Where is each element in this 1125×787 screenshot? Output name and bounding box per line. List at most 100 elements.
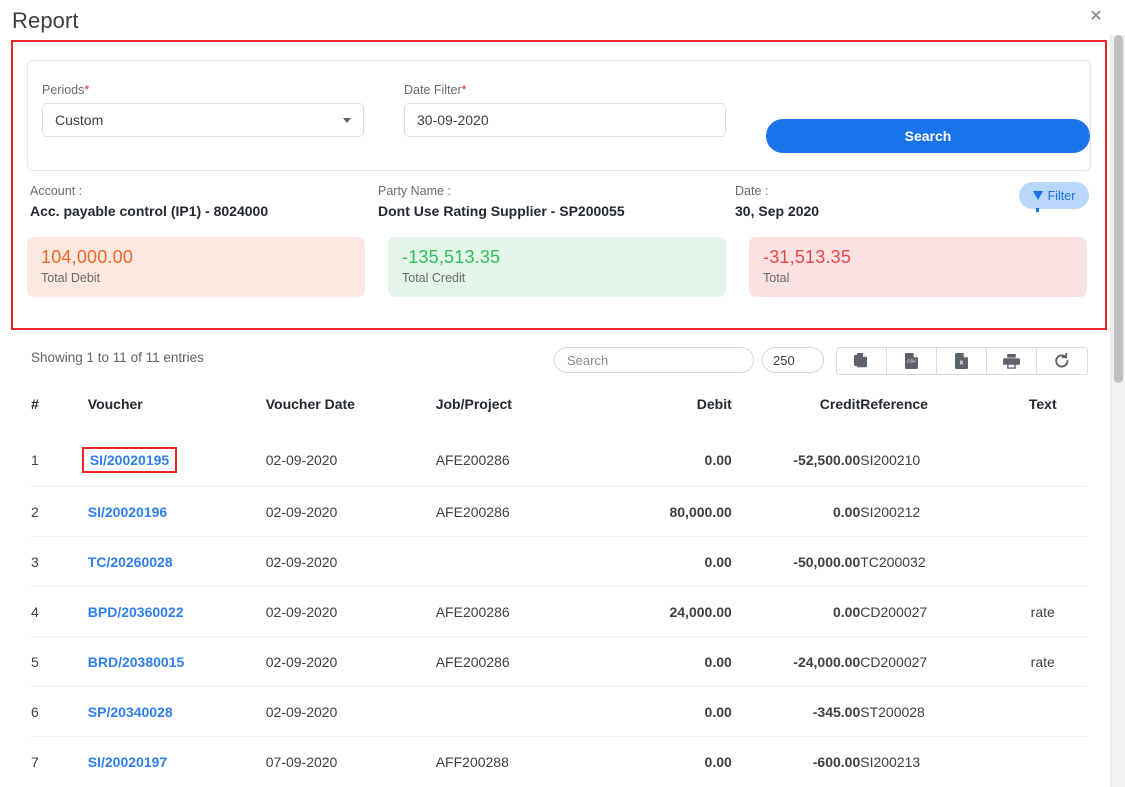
table-row: 7 SI/20020197 07-09-2020 AFF200288 0.00 -600.… xyxy=(31,736,1087,787)
cell-job-project xyxy=(435,536,614,587)
column-header-voucher: Voucher xyxy=(87,396,143,412)
cell-index: 1 xyxy=(31,452,39,468)
cell-job-project: AFE200286 xyxy=(435,452,510,468)
cell-credit: -24,000.00 xyxy=(731,636,861,687)
cell-voucher-date: 02-09-2020 xyxy=(265,636,436,687)
cell-job-project xyxy=(435,686,614,737)
cell-voucher-date: 07-09-2020 xyxy=(265,736,436,787)
table-row: 3 TC/20260028 02-09-2020 0.00 -50,000.00 TC20… xyxy=(31,536,1087,587)
cell-credit: -50,000.00 xyxy=(731,536,861,587)
column-header-text: Text xyxy=(1028,396,1057,412)
cell-voucher: SI/20020195 xyxy=(81,434,266,487)
column-header-job-project: Job/Project xyxy=(435,396,512,412)
date-filter-value: 30-09-2020 xyxy=(417,112,489,128)
cell-voucher: SI/20020197 xyxy=(87,736,266,787)
excel-file-icon[interactable]: x xyxy=(937,348,987,374)
stat-label: Total Credit xyxy=(402,271,466,285)
voucher-link-highlighted[interactable]: SI/20020195 xyxy=(81,447,178,473)
cell-voucher: TC/20260028 xyxy=(87,536,266,587)
voucher-link[interactable]: BPD/20360022 xyxy=(88,604,184,620)
table-row: 1 SI/20020195 02-09-2020 AFE200286 0.00 -52,5… xyxy=(31,434,1087,487)
page-scrollbar[interactable] xyxy=(1110,35,1125,787)
search-button[interactable]: Search xyxy=(766,119,1090,153)
date-filter-field: Date Filter* 30-09-2020 xyxy=(404,83,726,137)
cell-credit: 0.00 xyxy=(731,586,861,637)
cell-job-project: AFE200286 xyxy=(435,486,614,537)
filter-button-label: Filter xyxy=(1047,188,1076,203)
voucher-link[interactable]: SI/20020197 xyxy=(88,754,167,770)
refresh-icon[interactable] xyxy=(1037,348,1087,374)
periods-select[interactable]: Custom xyxy=(42,103,364,137)
column-header-debit: Debit xyxy=(696,396,732,412)
cell-index: 6 xyxy=(31,686,88,737)
cell-reference: SI200213 xyxy=(860,736,999,787)
cell-text xyxy=(998,536,1087,587)
copy-icon[interactable] xyxy=(837,348,887,374)
column-header-credit: Credit xyxy=(819,396,861,412)
cell-debit: 0.00 xyxy=(613,636,732,687)
cell-reference: TC200032 xyxy=(860,536,999,587)
cell-index: 4 xyxy=(31,586,88,637)
svg-text:x: x xyxy=(959,359,963,366)
cell-debit: 80,000.00 xyxy=(613,486,732,537)
csv-file-icon[interactable]: CSV xyxy=(887,348,937,374)
cell-text xyxy=(998,686,1087,737)
cell-voucher: SI/20020196 xyxy=(87,486,266,537)
party-value: Dont Use Rating Supplier - SP200055 xyxy=(378,203,625,219)
cell-voucher-date: 02-09-2020 xyxy=(265,686,436,737)
voucher-link[interactable]: SP/20340028 xyxy=(88,704,173,720)
cell-reference: SI200210 xyxy=(860,452,921,468)
svg-text:CSV: CSV xyxy=(907,359,916,364)
close-icon[interactable]: ✕ xyxy=(1085,6,1107,28)
cell-debit: 0.00 xyxy=(704,452,732,468)
print-icon[interactable] xyxy=(987,348,1037,374)
cell-debit: 24,000.00 xyxy=(613,586,732,637)
stat-card-total-credit: -135,513.35 Total Credit xyxy=(388,237,726,297)
cell-credit: -52,500.00 xyxy=(793,452,861,468)
table-head: # Voucher Voucher Date Job/Project Debit… xyxy=(31,396,1087,434)
periods-selected-value: Custom xyxy=(55,112,104,128)
cell-index: 7 xyxy=(31,736,88,787)
column-header-index: # xyxy=(31,396,39,412)
voucher-link[interactable]: SI/20020196 xyxy=(88,504,167,520)
stat-card-total-debit: 104,000.00 Total Debit xyxy=(27,237,365,297)
cell-reference: CD200027 xyxy=(860,636,999,687)
party-label: Party Name : xyxy=(378,184,451,198)
voucher-link[interactable]: TC/20260028 xyxy=(88,554,173,570)
cell-job-project: AFF200288 xyxy=(435,736,614,787)
date-label: Date : xyxy=(735,184,769,198)
stat-value: 104,000.00 xyxy=(41,247,134,267)
cell-credit: -600.00 xyxy=(731,736,861,787)
filter-highlight-region: Periods* Custom Date Filter* 30-09-2020 … xyxy=(11,40,1107,330)
cell-text: rate xyxy=(998,586,1087,637)
filter-button[interactable]: Filter xyxy=(1019,182,1089,212)
stat-card-total: -31,513.35 Total xyxy=(749,237,1087,297)
required-marker: * xyxy=(84,83,90,97)
date-value: 30, Sep 2020 xyxy=(735,203,820,219)
account-label: Account : xyxy=(30,184,83,198)
cell-voucher-date: 02-09-2020 xyxy=(265,452,338,468)
cell-credit: -345.00 xyxy=(731,686,861,737)
cell-job-project: AFE200286 xyxy=(435,636,614,687)
date-filter-input[interactable]: 30-09-2020 xyxy=(404,103,726,137)
cell-voucher-date: 02-09-2020 xyxy=(265,536,436,587)
search-input[interactable] xyxy=(554,347,754,373)
cell-voucher: SP/20340028 xyxy=(87,686,266,737)
cell-reference: SI200212 xyxy=(860,486,999,537)
column-header-voucher-date: Voucher Date xyxy=(265,396,355,412)
filter-funnel-icon xyxy=(1032,191,1043,212)
export-button-group: CSV x xyxy=(836,347,1088,375)
page-title: Report xyxy=(12,8,79,33)
table-body: 1 SI/20020195 02-09-2020 AFE200286 0.00 -52,5… xyxy=(31,434,1087,787)
voucher-link[interactable]: BRD/20380015 xyxy=(88,654,185,670)
cell-credit: 0.00 xyxy=(731,486,861,537)
table-header-row: # Voucher Voucher Date Job/Project Debit… xyxy=(31,396,1087,434)
cell-voucher: BPD/20360022 xyxy=(87,586,266,637)
page-scrollbar-thumb[interactable] xyxy=(1114,35,1123,383)
required-marker: * xyxy=(461,83,467,97)
report-dialog: Report ✕ Periods* Custom Date Filter* 30… xyxy=(0,0,1125,787)
cell-voucher-date: 02-09-2020 xyxy=(265,486,436,537)
date-filter-label: Date Filter* xyxy=(404,83,467,97)
page-length-input[interactable] xyxy=(762,347,824,373)
table-row: 4 BPD/20360022 02-09-2020 AFE200286 24,000.0… xyxy=(31,586,1087,637)
